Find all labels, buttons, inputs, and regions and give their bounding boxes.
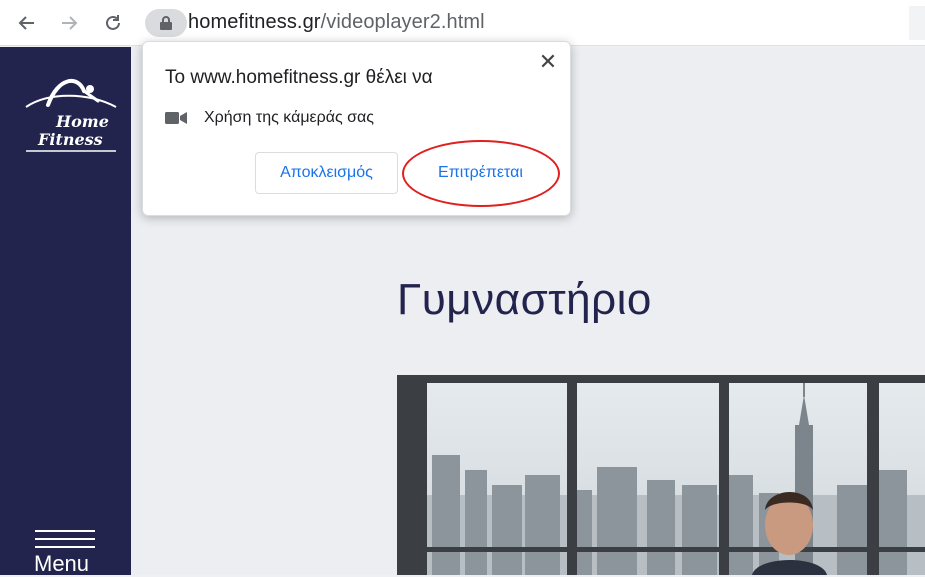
menu-label[interactable]: Menu — [34, 551, 89, 577]
logo-text-fitness: Fitness — [37, 130, 103, 149]
close-icon[interactable]: ✕ — [538, 51, 558, 73]
camera-permission-dialog: Το www.homefitness.gr θέλει να ✕ Χρήση τ… — [142, 41, 571, 216]
logo-text-home: Home — [55, 112, 109, 131]
address-bar[interactable]: homefitness.gr/videoplayer2.html — [188, 11, 485, 34]
browser-toolbar: homefitness.gr/videoplayer2.html — [0, 0, 925, 46]
back-arrow-icon — [18, 16, 34, 30]
reload-button[interactable] — [98, 8, 128, 38]
permission-text: Χρήση της κάμεράς σας — [204, 109, 375, 126]
omnibox-edge — [909, 6, 925, 40]
dialog-title: Το www.homefitness.gr θέλει να — [165, 67, 433, 88]
back-button[interactable] — [12, 8, 42, 38]
sidebar: Home Fitness Menu — [0, 47, 131, 577]
block-button[interactable]: Αποκλεισμός — [255, 152, 398, 194]
video-frame-image — [397, 375, 925, 575]
forward-arrow-icon — [62, 16, 78, 30]
url-domain: homefitness.gr — [188, 11, 321, 33]
forward-button[interactable] — [54, 8, 84, 38]
allow-button[interactable]: Επιτρέπεται — [403, 152, 558, 194]
site-info-button[interactable] — [145, 9, 187, 37]
permission-row: Χρήση της κάμεράς σας — [165, 106, 374, 130]
home-fitness-logo[interactable]: Home Fitness — [18, 67, 122, 157]
reload-icon — [106, 15, 120, 30]
url-path: /videoplayer2.html — [320, 11, 485, 33]
page-title: Γυμναστήριο — [397, 275, 652, 324]
camera-icon — [165, 112, 187, 124]
lock-icon — [160, 16, 172, 30]
video-player[interactable] — [397, 375, 925, 575]
